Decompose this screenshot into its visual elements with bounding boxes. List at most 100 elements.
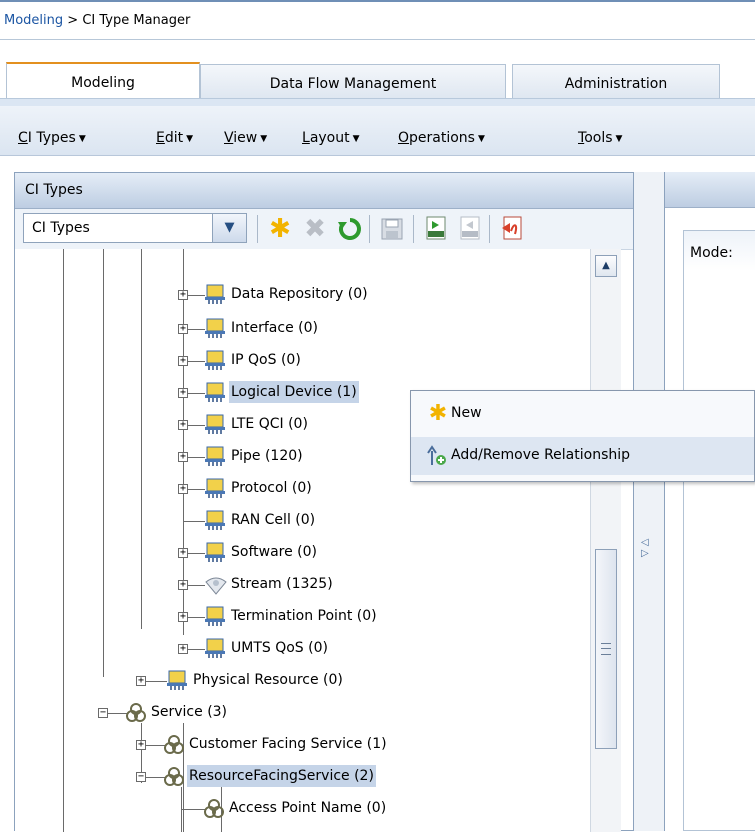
- menu-view[interactable]: View ▼: [224, 130, 267, 146]
- menu-ci-types[interactable]: CI Types ▼: [18, 130, 86, 146]
- tab-administration[interactable]: Administration: [512, 64, 720, 98]
- menu-label: I Types: [27, 130, 76, 146]
- toolbar-separator: [257, 215, 258, 243]
- panel-splitter[interactable]: ◁ ▷: [634, 172, 664, 831]
- import-xml-icon[interactable]: [455, 214, 485, 244]
- monitor-icon: [205, 446, 225, 466]
- chevron-down-icon: ▼: [615, 134, 623, 144]
- menu-mnemonic: O: [398, 130, 410, 146]
- tree-expander[interactable]: +: [136, 676, 146, 686]
- tree-node-label[interactable]: Stream (1325): [229, 575, 335, 593]
- tree-node-label[interactable]: Software (0): [229, 543, 319, 561]
- breadcrumb-separator: >: [63, 13, 83, 28]
- tree-collapse[interactable]: −: [98, 708, 108, 718]
- right-panel: Mode:: [664, 172, 755, 831]
- tree-expander[interactable]: +: [178, 548, 188, 558]
- monitor-icon: [205, 350, 225, 370]
- tree-expander[interactable]: +: [178, 356, 188, 366]
- context-menu-item-new[interactable]: ✱ New: [411, 395, 754, 433]
- chevron-down-icon: ▼: [477, 134, 485, 144]
- collapse-arrows-icon[interactable]: ◁ ▷: [641, 537, 649, 559]
- tree-expander[interactable]: +: [178, 452, 188, 462]
- pdf-export-icon[interactable]: [497, 214, 527, 244]
- toolbar-separator: [369, 215, 370, 243]
- tab-modeling[interactable]: Modeling: [6, 62, 200, 102]
- menu-operations[interactable]: Operations ▼: [398, 130, 485, 146]
- breadcrumb-current: CI Type Manager: [82, 13, 191, 28]
- select-value: CI Types: [32, 220, 90, 236]
- tab-data-flow-management[interactable]: Data Flow Management: [200, 64, 506, 98]
- context-menu: ✱ New Add/Remove Relationship: [410, 390, 755, 482]
- breadcrumb-bar: Modeling > CI Type Manager: [0, 0, 755, 40]
- tree-node-label[interactable]: Service (3): [149, 703, 229, 721]
- save-icon[interactable]: [377, 214, 407, 244]
- tree-node-label[interactable]: Access Point Name (0): [227, 799, 388, 817]
- menu-label: iew: [233, 130, 258, 146]
- monitor-icon: [205, 284, 225, 304]
- right-panel-body: Mode:: [683, 230, 755, 831]
- chevron-down-icon[interactable]: ▼: [212, 214, 246, 242]
- breadcrumb: Modeling > CI Type Manager: [4, 13, 190, 28]
- monitor-icon: [205, 478, 225, 498]
- tree-expander[interactable]: +: [178, 324, 188, 334]
- tree-expander[interactable]: +: [178, 484, 188, 494]
- tree-expander[interactable]: +: [178, 644, 188, 654]
- refresh-icon[interactable]: [335, 214, 365, 244]
- menu-label: ayout: [309, 130, 350, 146]
- tree-node-label[interactable]: LTE QCI (0): [229, 415, 310, 433]
- tree-node-label[interactable]: RAN Cell (0): [229, 511, 317, 529]
- tree-guide-line: [183, 249, 184, 635]
- tree-expander[interactable]: +: [178, 420, 188, 430]
- tree-node-label[interactable]: IP QoS (0): [229, 351, 303, 369]
- tab-bar: Modeling Data Flow Management Administra…: [0, 40, 755, 106]
- tree-node-label-selected[interactable]: Logical Device (1): [229, 381, 359, 403]
- context-menu-item-add-remove-relationship[interactable]: Add/Remove Relationship: [411, 437, 754, 475]
- monitor-icon: [205, 414, 225, 434]
- tree-node-label[interactable]: Interface (0): [229, 319, 320, 337]
- context-menu-label: New: [451, 405, 482, 421]
- tree-node-label[interactable]: Protocol (0): [229, 479, 314, 497]
- panel-header: CI Types: [15, 173, 633, 209]
- scroll-up-button[interactable]: ▲: [595, 255, 617, 277]
- tree-expander[interactable]: +: [178, 290, 188, 300]
- context-menu-label: Add/Remove Relationship: [451, 447, 631, 463]
- tab-strip-divider: [0, 98, 755, 106]
- monitor-icon: [205, 382, 225, 402]
- tree-node-label-selected[interactable]: ResourceFacingService (2): [187, 765, 376, 787]
- tree-connector: [181, 809, 205, 810]
- export-xml-icon[interactable]: [421, 214, 451, 244]
- breadcrumb-link-modeling[interactable]: Modeling: [4, 13, 63, 28]
- tree-expander[interactable]: +: [178, 580, 188, 590]
- service-icon: [125, 702, 146, 722]
- tree-expander[interactable]: +: [136, 740, 146, 750]
- tree-expander[interactable]: +: [178, 388, 188, 398]
- tree-node-label[interactable]: Data Repository (0): [229, 285, 370, 303]
- menu-layout[interactable]: Layout ▼: [302, 130, 360, 146]
- delete-icon[interactable]: ✖: [300, 214, 330, 244]
- tree-node-label[interactable]: Customer Facing Service (1): [187, 735, 389, 753]
- new-icon[interactable]: ✱: [265, 214, 295, 244]
- tree-node-label[interactable]: Termination Point (0): [229, 607, 379, 625]
- tree-guide-line: [63, 249, 64, 832]
- menu-tools[interactable]: Tools ▼: [578, 130, 622, 146]
- scroll-thumb[interactable]: [595, 549, 617, 749]
- service-icon: [163, 734, 184, 754]
- panel-header: [665, 172, 755, 208]
- chevron-down-icon: ▼: [186, 134, 194, 144]
- chevron-down-icon: ▼: [78, 134, 86, 144]
- tree-node-label[interactable]: UMTS QoS (0): [229, 639, 330, 657]
- tree-node-label[interactable]: Pipe (120): [229, 447, 305, 465]
- monitor-icon: [205, 638, 225, 658]
- tree-collapse[interactable]: −: [136, 772, 146, 782]
- ci-toolbar: CI Types ▼ ✱ ✖: [15, 209, 633, 250]
- menu-mnemonic: L: [302, 130, 310, 146]
- toolbar-separator: [489, 215, 490, 243]
- menu-edit[interactable]: Edit ▼: [156, 130, 193, 146]
- menu-mnemonic: E: [156, 130, 165, 146]
- ci-types-select[interactable]: CI Types ▼: [23, 213, 247, 243]
- menu-label: perations: [409, 130, 475, 146]
- tree-scrollbar[interactable]: ▲: [590, 249, 621, 832]
- tree-expander[interactable]: +: [178, 612, 188, 622]
- tree-node-label[interactable]: Physical Resource (0): [191, 671, 345, 689]
- menu-label: ools: [584, 130, 613, 146]
